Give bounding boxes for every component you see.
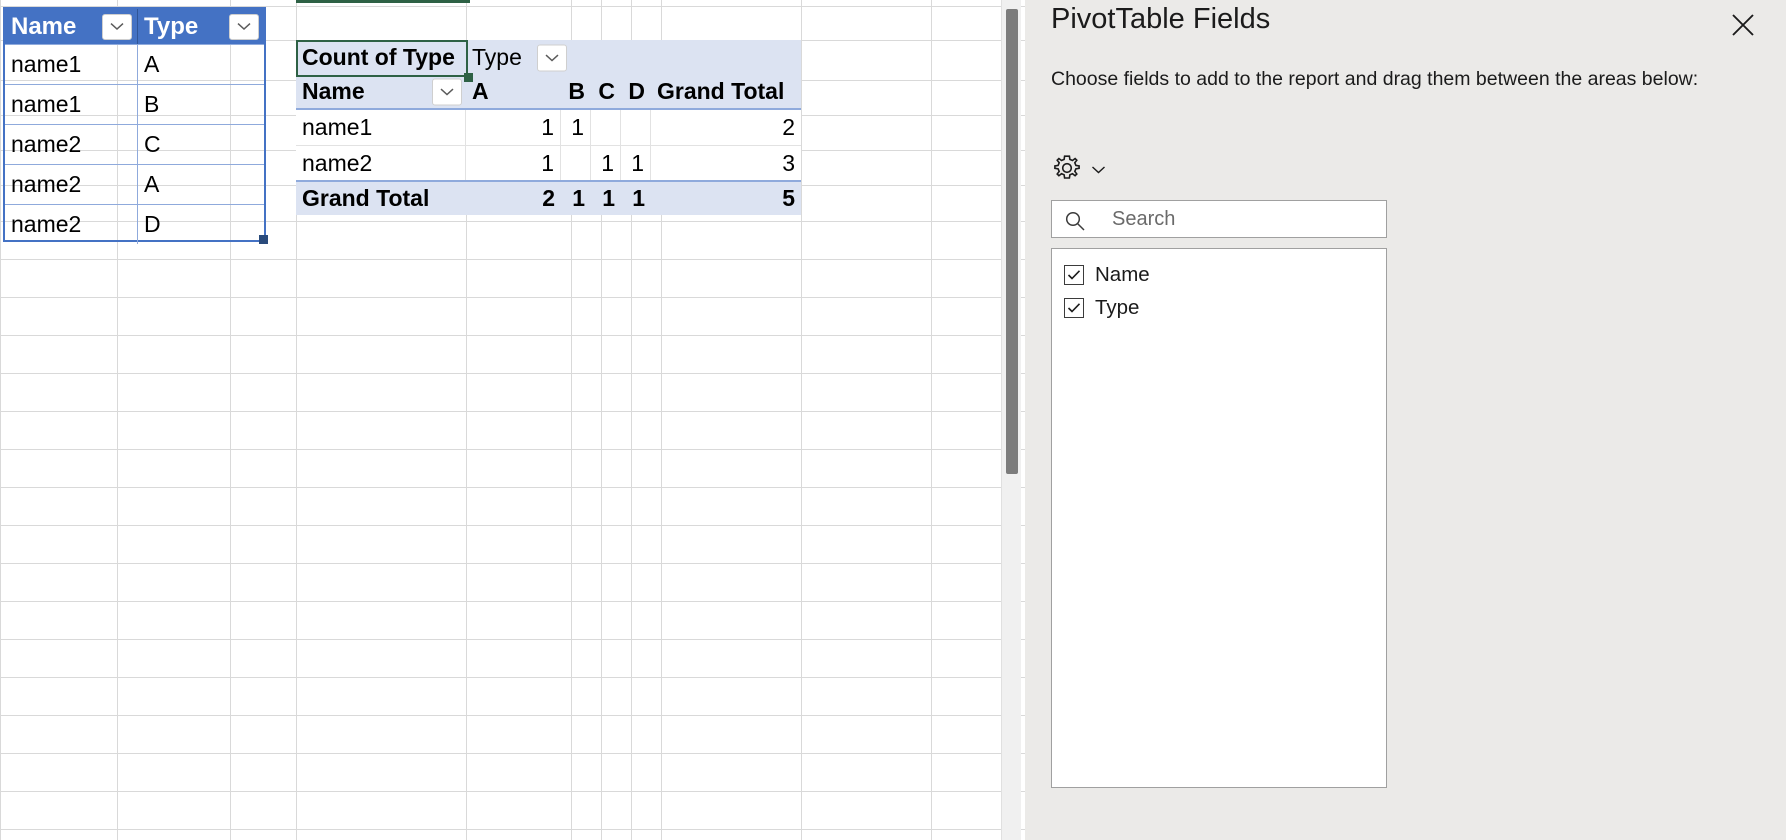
field-list-column: Name Type — [1051, 200, 1387, 788]
pivot-row-total[interactable]: 3 — [651, 146, 801, 180]
pivot-data-row[interactable]: name1 1 1 2 — [296, 110, 801, 145]
pivot-grand-total-row[interactable]: Grand Total 2 1 1 1 5 — [296, 180, 801, 215]
pivot-row-field-cell[interactable]: Name — [296, 75, 466, 108]
pivot-value-header-row: Count of Type Type — [296, 40, 801, 75]
source-header-type[interactable]: Type — [138, 9, 264, 44]
selection-top-edge — [296, 0, 470, 3]
pivot-cell-b[interactable]: 1 — [561, 110, 591, 145]
worksheet-grid[interactable]: Name Type name1 A name1 B — [0, 0, 1025, 840]
pivot-col-header-d[interactable]: D — [621, 75, 651, 108]
vertical-scrollbar[interactable] — [1001, 0, 1021, 840]
source-header-name-label: Name — [11, 13, 76, 41]
pivot-table[interactable]: Count of Type Type Name A B — [296, 40, 801, 224]
filter-dropdown-icon-type[interactable] — [229, 14, 259, 40]
cell-name[interactable]: name2 — [5, 164, 138, 204]
pivot-cell-c[interactable]: 1 — [591, 146, 621, 180]
pivot-cell-c[interactable] — [591, 110, 621, 145]
pivot-column-header-row: Name A B C D Grand Total — [296, 75, 801, 110]
pivot-grand-total-c[interactable]: 1 — [591, 182, 621, 215]
pivot-cell-b[interactable] — [561, 146, 591, 180]
pivottable-fields-pane: PivotTable Fields Choose fields to add t… — [1025, 0, 1786, 840]
field-list-item-label: Type — [1095, 296, 1139, 320]
table-row[interactable]: name2 C — [5, 124, 264, 164]
table-row[interactable]: name1 A — [5, 44, 264, 84]
field-list-item-name[interactable]: Name — [1052, 258, 1386, 291]
pivot-row-total[interactable]: 2 — [651, 110, 801, 145]
table-row[interactable]: name2 A — [5, 164, 264, 204]
pivot-column-field-label: Type — [472, 44, 522, 71]
cell-name[interactable]: name1 — [5, 44, 138, 84]
table-row[interactable]: name2 D — [5, 204, 264, 244]
pivot-col-header-a[interactable]: A — [466, 75, 561, 108]
cell-type[interactable]: A — [138, 164, 264, 204]
pivot-col-header-grand-total[interactable]: Grand Total — [651, 75, 801, 108]
scrollbar-thumb[interactable] — [1006, 9, 1018, 474]
source-header-name[interactable]: Name — [5, 9, 138, 44]
source-data-table[interactable]: Name Type name1 A name1 B — [3, 7, 266, 242]
cell-name[interactable]: name2 — [5, 204, 138, 244]
pivot-grand-total-a[interactable]: 2 — [466, 182, 561, 215]
page-title: PivotTable Fields — [1051, 3, 1270, 36]
checkbox-name[interactable] — [1064, 265, 1084, 285]
pivot-cell-a[interactable]: 1 — [466, 146, 561, 180]
pane-instructions: Choose fields to add to the report and d… — [1051, 65, 1741, 94]
source-table-header-row: Name Type — [5, 9, 264, 44]
pivot-col-header-c[interactable]: C — [591, 75, 621, 108]
chevron-down-icon — [1091, 162, 1106, 180]
table-resize-handle[interactable] — [259, 235, 268, 244]
search-input[interactable] — [1112, 201, 1382, 237]
field-list[interactable]: Name Type — [1051, 248, 1387, 788]
excel-pivottable-screen: Name Type name1 A name1 B — [0, 0, 1786, 840]
table-row[interactable]: name1 B — [5, 84, 264, 124]
pivot-grand-total-total[interactable]: 5 — [651, 182, 801, 215]
checkbox-type[interactable] — [1064, 298, 1084, 318]
field-list-item-label: Name — [1095, 263, 1150, 287]
pivot-header-filler — [571, 40, 801, 75]
search-icon — [1064, 210, 1086, 237]
pivot-cell-d[interactable]: 1 — [621, 146, 651, 180]
pivot-row-label[interactable]: name1 — [296, 110, 466, 145]
pivot-grand-total-label[interactable]: Grand Total — [296, 182, 466, 215]
cell-type[interactable]: A — [138, 44, 264, 84]
pivot-grand-total-b[interactable]: 1 — [561, 182, 591, 215]
cell-name[interactable]: name2 — [5, 124, 138, 164]
cell-name[interactable]: name1 — [5, 84, 138, 124]
fill-handle[interactable] — [464, 73, 473, 82]
search-box[interactable] — [1051, 200, 1387, 238]
pivot-data-row[interactable]: name2 1 1 1 3 — [296, 145, 801, 180]
filter-dropdown-icon-row-field[interactable] — [432, 78, 462, 105]
field-list-item-type[interactable]: Type — [1052, 291, 1386, 324]
source-header-type-label: Type — [144, 13, 198, 41]
pivot-col-header-b[interactable]: B — [561, 75, 591, 108]
pivot-cell-d[interactable] — [621, 110, 651, 145]
cell-type[interactable]: C — [138, 124, 264, 164]
pivot-grand-total-d[interactable]: 1 — [621, 182, 651, 215]
filter-dropdown-icon-column-field[interactable] — [537, 44, 567, 71]
close-icon[interactable] — [1724, 6, 1762, 44]
pivot-row-field-label: Name — [302, 78, 365, 105]
pivot-column-field-cell[interactable]: Type — [466, 40, 571, 75]
pivot-row-label[interactable]: name2 — [296, 146, 466, 180]
filter-dropdown-icon-name[interactable] — [102, 14, 132, 40]
cell-type[interactable]: B — [138, 84, 264, 124]
pivot-cell-a[interactable]: 1 — [466, 110, 561, 145]
gear-icon — [1051, 152, 1083, 189]
cell-type[interactable]: D — [138, 204, 264, 244]
pane-tools-button[interactable] — [1051, 152, 1106, 189]
pivot-value-header-cell[interactable]: Count of Type — [296, 40, 466, 75]
